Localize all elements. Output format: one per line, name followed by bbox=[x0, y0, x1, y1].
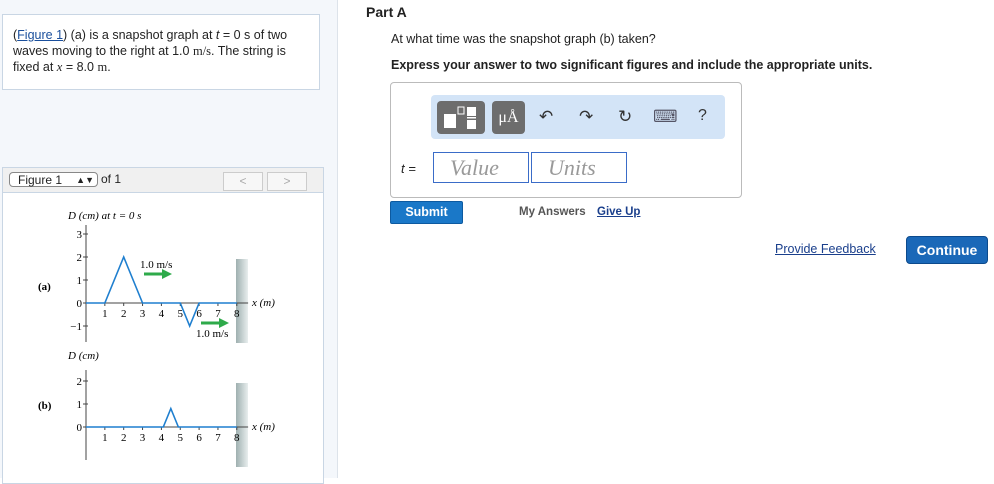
x-tick-label-a: 4 bbox=[159, 308, 165, 320]
x-tick-label-a: 7 bbox=[215, 308, 221, 320]
x-tick-label-a: 1 bbox=[102, 308, 108, 320]
x-tick-label-b: 3 bbox=[140, 432, 146, 444]
x-tick-label-b: 4 bbox=[159, 432, 165, 444]
y-tick-label-b: 1 bbox=[77, 399, 83, 411]
redo-icon[interactable]: ↷ bbox=[579, 107, 593, 127]
help-icon[interactable]: ? bbox=[698, 107, 707, 125]
x-tick-label-a: 6 bbox=[196, 308, 202, 320]
give-up-link[interactable]: Give Up bbox=[597, 206, 640, 218]
units-input[interactable]: Units bbox=[531, 152, 627, 183]
y-axis-label-b: D (cm) bbox=[67, 350, 99, 362]
x-tick-label-b: 2 bbox=[121, 432, 127, 444]
x-axis-label-a: x (m) bbox=[251, 297, 275, 309]
y-tick-label-a: −1 bbox=[70, 321, 82, 333]
submit-button[interactable]: Submit bbox=[390, 201, 463, 224]
x-tick-label-b: 7 bbox=[215, 432, 221, 444]
provide-feedback-link[interactable]: Provide Feedback bbox=[775, 242, 876, 256]
wave-line-b bbox=[86, 406, 237, 428]
fixed-wall-a bbox=[236, 259, 248, 343]
y-tick-label-b: 0 bbox=[77, 422, 83, 434]
continue-button[interactable]: Continue bbox=[906, 236, 988, 264]
fixed-wall-b bbox=[236, 383, 248, 467]
x-tick-label-a: 8 bbox=[234, 308, 240, 320]
y-axis-label-a: D (cm) at t = 0 s bbox=[67, 210, 141, 222]
x-tick-label-a: 3 bbox=[140, 308, 146, 320]
y-tick-label-a: 1 bbox=[77, 275, 83, 287]
panel-label-a: (a) bbox=[38, 281, 51, 293]
undo-icon[interactable]: ↶ bbox=[539, 107, 553, 127]
y-tick-label-b: 2 bbox=[77, 376, 83, 388]
variable-label: t = bbox=[401, 161, 416, 176]
speed-label-1: 1.0 m/s bbox=[140, 259, 172, 271]
x-tick-label-b: 1 bbox=[102, 432, 108, 444]
math-toolbar: μÅ ↶ ↷ ↻ ⌨ ? bbox=[431, 95, 725, 139]
left-panel: (Figure 1) (a) is a snapshot graph at t … bbox=[0, 0, 338, 484]
y-tick-label-a: 3 bbox=[77, 229, 83, 241]
reset-icon[interactable]: ↻ bbox=[618, 107, 632, 127]
keyboard-icon[interactable]: ⌨ bbox=[653, 107, 678, 127]
figure-graphs: D (cm) at t = 0 s (a) x (m) 1.0 m/s 1.0 … bbox=[38, 210, 275, 467]
question-text: At what time was the snapshot graph (b) … bbox=[391, 32, 656, 46]
x-tick-label-b: 5 bbox=[178, 432, 184, 444]
y-tick-label-a: 2 bbox=[77, 252, 83, 264]
panel-label-b: (b) bbox=[38, 400, 52, 412]
instruction-text: Express your answer to two significant f… bbox=[391, 58, 873, 72]
speed-label-2: 1.0 m/s bbox=[196, 328, 228, 340]
my-answers-label: My Answers bbox=[519, 206, 586, 218]
x-tick-label-b: 6 bbox=[196, 432, 202, 444]
templates-icon bbox=[444, 106, 476, 129]
value-input[interactable]: Value bbox=[433, 152, 529, 183]
templates-button[interactable] bbox=[437, 101, 485, 134]
units-button[interactable]: μÅ bbox=[492, 101, 525, 134]
x-tick-label-a: 2 bbox=[121, 308, 127, 320]
y-tick-label-a: 0 bbox=[77, 298, 83, 310]
part-title: Part A bbox=[366, 4, 407, 20]
x-axis-label-b: x (m) bbox=[251, 421, 275, 433]
x-tick-label-b: 8 bbox=[234, 432, 240, 444]
answer-box: μÅ ↶ ↷ ↻ ⌨ ? t = Value Units bbox=[390, 82, 742, 198]
